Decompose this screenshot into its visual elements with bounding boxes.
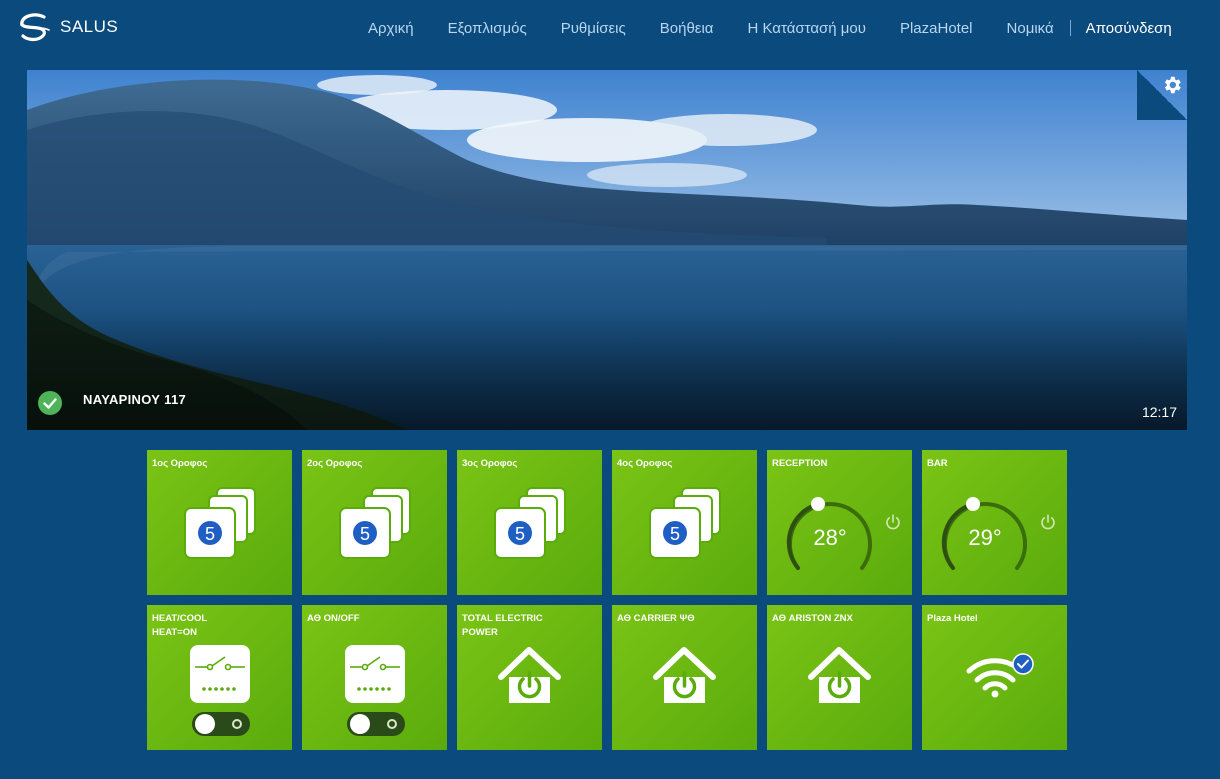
toggle-off-indicator <box>387 719 397 729</box>
tile-floor-1[interactable]: 1ος Οροφος 5 <box>147 450 292 595</box>
tile-ac-carrier[interactable]: ΑΘ CARRIER ΨΘ <box>612 605 757 750</box>
group-count: 5 <box>515 524 525 544</box>
device-group-icon: 5 <box>649 487 721 559</box>
gear-icon[interactable] <box>1161 74 1183 96</box>
house-power-icon <box>653 647 716 703</box>
tile-total-power[interactable]: TOTAL ELECTRIC POWER <box>457 605 602 750</box>
device-group-icon: 5 <box>494 487 566 559</box>
tile-floor-3[interactable]: 3ος Οροφος 5 <box>457 450 602 595</box>
banner-settings-corner[interactable] <box>1137 70 1187 120</box>
tile-ac-ariston[interactable]: ΑΘ ARISTON ZNX <box>767 605 912 750</box>
salus-logo[interactable]: SALUS <box>18 12 118 42</box>
salus-swirl-icon <box>20 13 50 42</box>
location-banner: ΝΑΥΑΡΙΝΟΥ 117 12:17 <box>27 70 1187 430</box>
tile-floor-2[interactable]: 2ος Οροφος 5 <box>302 450 447 595</box>
power-icon[interactable] <box>1039 513 1057 531</box>
house-power-icon <box>498 647 561 703</box>
nav-legal[interactable]: Νομικά <box>1007 20 1054 37</box>
room-temperature: 29° <box>968 525 1002 550</box>
nav-equipment[interactable]: Εξοπλισμός <box>448 20 527 37</box>
brand-name: SALUS <box>60 17 119 36</box>
nav-settings[interactable]: Ρυθμίσεις <box>561 20 626 37</box>
relay-toggle[interactable] <box>347 712 405 736</box>
device-group-icon: 5 <box>339 487 411 559</box>
room-temperature: 28° <box>813 525 847 550</box>
device-group-icon: 5 <box>184 487 256 559</box>
check-circle-icon <box>38 391 62 415</box>
toggle-knob <box>350 714 370 734</box>
nav-home[interactable]: Αρχική <box>368 20 414 37</box>
tile-heat-cool[interactable]: HEAT/COOL HEAT=ON <box>147 605 292 750</box>
nav-plazahotel[interactable]: PlazaHotel <box>900 20 973 37</box>
toggle-knob <box>195 714 215 734</box>
house-power-icon <box>808 647 871 703</box>
tile-bar[interactable]: BAR 29° <box>922 450 1067 595</box>
nav-help[interactable]: Βοήθεια <box>660 20 714 37</box>
location-time: 12:17 <box>1141 404 1177 420</box>
group-count: 5 <box>670 524 680 544</box>
group-count: 5 <box>205 524 215 544</box>
relay-toggle[interactable] <box>192 712 250 736</box>
banner-shade <box>27 310 1187 430</box>
power-icon[interactable] <box>884 513 902 531</box>
connected-check-icon <box>1012 653 1034 675</box>
tile-floor-4[interactable]: 4ος Οροφος 5 <box>612 450 757 595</box>
group-count: 5 <box>360 524 370 544</box>
nav-my-status[interactable]: Η Κατάστασή μου <box>747 20 865 37</box>
nav-divider <box>1069 20 1071 36</box>
top-bar: SALUS Αρχική Εξοπλισμός Ρυθμίσεις Βοήθει… <box>0 0 1220 56</box>
logout-link[interactable]: Αποσύνδεση <box>1086 20 1172 37</box>
wifi-icon <box>966 653 1034 698</box>
tile-plaza-hotel-gateway[interactable]: Plaza Hotel <box>922 605 1067 750</box>
location-name[interactable]: ΝΑΥΑΡΙΝΟΥ 117 <box>83 392 186 407</box>
toggle-off-indicator <box>232 719 242 729</box>
tile-ac-onoff[interactable]: ΑΘ ON/OFF <box>302 605 447 750</box>
main-nav: Αρχική Εξοπλισμός Ρυθμίσεις Βοήθεια Η Κα… <box>368 0 1172 56</box>
tile-reception[interactable]: RECEPTION 28° <box>767 450 912 595</box>
